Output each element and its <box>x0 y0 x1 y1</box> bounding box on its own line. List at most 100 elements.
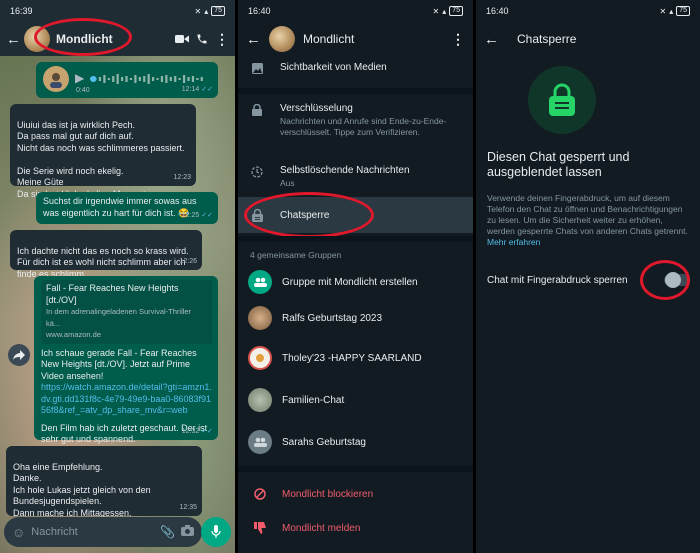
sender-avatar <box>43 66 69 92</box>
camera-icon[interactable] <box>181 523 194 541</box>
mic-icon <box>211 525 221 538</box>
group-avatar <box>248 306 272 330</box>
group-item[interactable]: Familien-Chat <box>238 382 473 418</box>
back-arrow-icon[interactable]: ← <box>484 31 499 48</box>
avatar[interactable] <box>269 26 295 52</box>
status-time: 16:40 <box>486 6 509 16</box>
message-time: 12:26 <box>179 257 197 265</box>
signal-icon: ▴ <box>204 6 209 16</box>
message-input[interactable]: Nachricht <box>31 526 154 538</box>
report-contact-item[interactable]: Mondlicht melden <box>238 510 473 546</box>
message-link[interactable]: https://watch.amazon.de/detail?gti=amzn1… <box>41 382 212 417</box>
link-preview-domain: www.amazon.de <box>46 330 102 339</box>
status-time: 16:39 <box>10 6 33 16</box>
image-icon <box>250 62 264 74</box>
mute-icon: ✕ <box>659 6 667 16</box>
block-contact-item[interactable]: Mondlicht blockieren <box>238 476 473 512</box>
message-in[interactable]: Ich dachte nicht das es noch so krass wi… <box>10 230 202 279</box>
mute-icon: ✕ <box>194 6 202 16</box>
group-item[interactable]: Tholey'23 -HAPPY SAARLAND <box>238 340 473 376</box>
item-title: Verschlüsselung <box>280 103 353 114</box>
status-icons: ✕ ▴ 75 <box>432 6 463 16</box>
chat-lock-icon <box>549 83 575 116</box>
contact-info-screen: 16:40 ✕ ▴ 75 ← Mondlicht ⋮ Sichtbarkeit … <box>238 0 473 553</box>
group-item[interactable]: Ralfs Geburtstag 2023 <box>238 300 473 336</box>
groups-count-label: 4 gemeinsame Gruppen <box>250 250 342 260</box>
battery-icon: 75 <box>676 6 690 16</box>
group-add-icon <box>248 270 272 294</box>
message-text: Suchst dir irgendwie immer sowas aus was… <box>43 196 197 218</box>
message-out[interactable]: Suchst dir irgendwie immer sowas aus was… <box>36 192 218 224</box>
lock-icon <box>250 103 264 116</box>
back-arrow-icon[interactable]: ← <box>246 31 261 48</box>
message-in[interactable]: Oha eine Empfehlung. Danke. Ich hole Luk… <box>6 446 202 529</box>
link-message[interactable]: Fall - Fear Reaches New Heights [dt./OV]… <box>34 276 218 444</box>
media-visibility-item[interactable]: Sichtbarkeit von Medien <box>238 62 473 74</box>
group-name: Familien-Chat <box>282 394 345 406</box>
phone-icon[interactable] <box>195 32 209 46</box>
group-default-icon <box>248 430 272 454</box>
voice-message[interactable]: ▶ 0:40 12:14 ✓✓ <box>36 62 218 98</box>
group-name: Ralfs Geburtstag 2023 <box>282 312 383 324</box>
message-input-bar[interactable]: ☺ Nachricht 📎 <box>4 517 202 547</box>
battery-icon: 75 <box>211 6 225 16</box>
status-icons: ✕ ▴ 75 <box>194 6 225 16</box>
group-name: Tholey'23 -HAPPY SAARLAND <box>282 352 422 364</box>
status-time: 16:40 <box>248 6 271 16</box>
more-options-icon[interactable]: ⋮ <box>451 31 465 48</box>
timer-icon <box>250 165 264 178</box>
mic-button[interactable] <box>201 517 231 547</box>
status-icons: ✕ ▴ 75 <box>659 6 690 16</box>
divider <box>238 236 473 242</box>
thumbs-down-icon <box>248 522 272 534</box>
message-time: 12:23 <box>173 173 191 181</box>
back-arrow-icon[interactable]: ← <box>6 31 21 48</box>
divider <box>238 466 473 472</box>
item-title: Selbstlöschende Nachrichten <box>280 165 410 176</box>
chat-screen: 16:39 ✕ ▴ 75 ← Mondlicht ⋮ ▶ 0:40 12:14 … <box>0 0 235 553</box>
status-bar: 16:40 ✕ ▴ 75 <box>238 0 473 22</box>
status-bar: 16:39 ✕ ▴ 75 <box>0 0 235 22</box>
link-preview-description: In dem adrenalingeladenen Survival-Thril… <box>46 307 192 328</box>
contact-header: ← Mondlicht ⋮ <box>238 22 473 56</box>
fingerprint-lock-label: Chat mit Fingerabdruck sperren <box>487 274 628 286</box>
create-group-item[interactable]: Gruppe mit Mondlicht erstellen <box>238 264 473 300</box>
forward-icon[interactable] <box>8 344 30 366</box>
group-avatar <box>248 346 272 370</box>
encryption-item[interactable]: Verschlüsselung Nachrichten und Anrufe s… <box>238 103 473 138</box>
chat-lock-illustration <box>528 66 596 134</box>
signal-icon: ▴ <box>442 6 447 16</box>
create-group-label: Gruppe mit Mondlicht erstellen <box>282 276 418 288</box>
block-icon <box>248 488 272 500</box>
video-call-icon[interactable] <box>175 32 189 46</box>
divider <box>238 88 473 94</box>
play-icon[interactable]: ▶ <box>75 73 84 85</box>
highlight-ring <box>34 18 132 56</box>
signal-icon: ▴ <box>669 6 674 16</box>
more-options-icon[interactable]: ⋮ <box>215 31 229 47</box>
group-avatar <box>248 388 272 412</box>
group-item[interactable]: Sarahs Geburtstag <box>238 424 473 460</box>
status-bar: 16:40 ✕ ▴ 75 <box>476 0 700 22</box>
block-contact-label: Mondlicht blockieren <box>282 488 374 500</box>
link-preview-title: Fall - Fear Reaches New Heights [dt./OV] <box>46 283 179 305</box>
chat-lock-heading: Diesen Chat gesperrt und ausgeblendet la… <box>487 150 630 179</box>
highlight-ring <box>244 192 374 238</box>
mute-icon: ✕ <box>432 6 440 16</box>
emoji-icon[interactable]: ☺ <box>12 525 25 540</box>
learn-more-link[interactable]: Mehr erfahren <box>487 237 540 247</box>
link-preview[interactable]: Fall - Fear Reaches New Heights [dt./OV]… <box>41 280 212 344</box>
message-in[interactable]: Uiuiui das ist ja wirklich Pech. Da pass… <box>10 104 196 199</box>
contact-name: Mondlicht <box>303 32 355 46</box>
chat-lock-header: ← Chatsperre <box>476 22 700 56</box>
group-name: Sarahs Geburtstag <box>282 436 366 448</box>
page-title: Chatsperre <box>517 32 577 46</box>
disappearing-messages-item[interactable]: Selbstlöschende Nachrichten Aus <box>238 165 473 189</box>
message-time: 12:25 ✓✓ <box>181 211 213 219</box>
message-time: 12:14 ✓✓ <box>181 85 213 93</box>
attach-icon[interactable]: 📎 <box>160 525 175 539</box>
item-subtitle: Aus <box>280 178 295 188</box>
chat-lock-screen: 16:40 ✕ ▴ 75 ← Chatsperre Diesen Chat ge… <box>476 0 700 553</box>
message-time: 12:35 <box>179 503 197 511</box>
message-text: Ich schaue gerade Fall - Fear Reaches Ne… <box>41 347 197 381</box>
